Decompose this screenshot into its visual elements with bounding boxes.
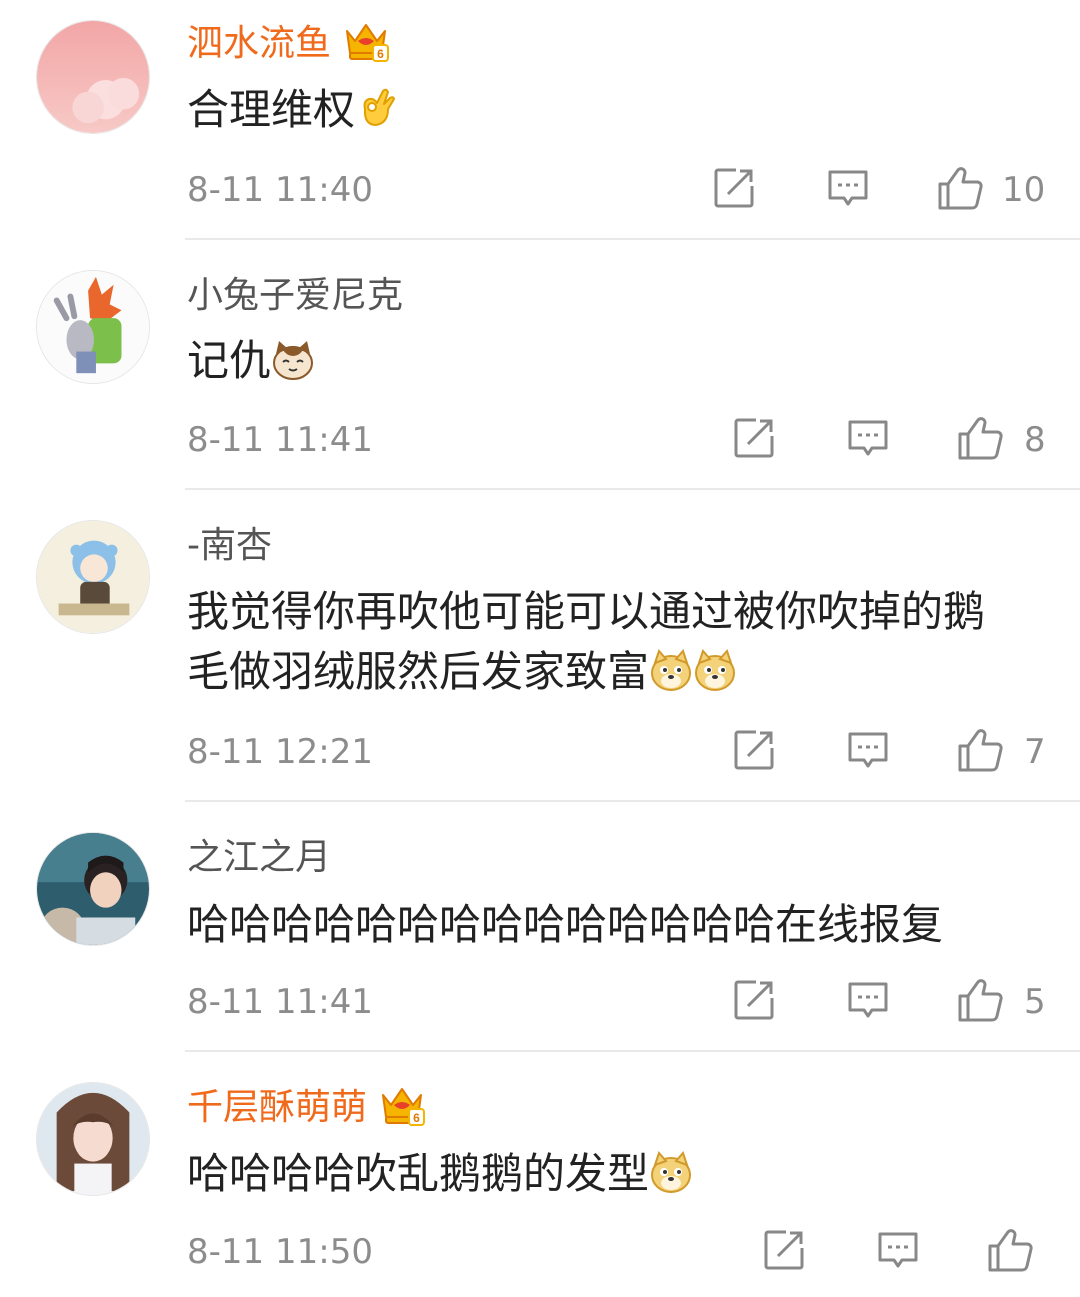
avatar[interactable] [36,20,150,134]
share-button[interactable] [732,728,776,778]
avatar-image [37,1083,149,1195]
avatar[interactable] [36,1082,150,1196]
reply-button[interactable] [846,728,890,778]
username[interactable]: 小兔子爱尼克 [187,274,403,318]
comment-text: 哈哈哈哈哈哈哈哈哈哈哈哈哈哈在线报复 [187,900,944,949]
share-icon [732,416,776,460]
username[interactable]: 千层酥萌萌 [187,1086,425,1131]
comment-text: 我觉得你再吹他可能可以通过被你吹掉的鹅 毛做羽绒服然后发家致富 [187,582,1047,702]
like-button[interactable] [956,976,1004,1026]
comment-icon [826,166,870,210]
comment-text-line: 毛做羽绒服然后发家致富 [187,647,650,696]
thumbs-up-icon [956,726,1004,774]
like-count: 5 [1024,982,1046,1022]
comment-text-line: 我觉得你再吹他可能可以通过被你吹掉的鹅 [187,587,986,636]
thumbs-up-icon [956,414,1004,462]
share-icon [712,166,756,210]
thumbs-up-icon [956,976,1004,1024]
reply-button[interactable] [826,166,870,216]
crown-icon [379,1083,425,1127]
like-count: 10 [1002,170,1046,210]
avatar-image [37,271,149,383]
doge-emoji [693,649,737,693]
avatar[interactable] [36,832,150,946]
timestamp: 8-11 11:41 [187,982,373,1022]
avatar[interactable] [36,520,150,634]
divider [185,488,1080,490]
like-count: 7 [1024,732,1046,772]
comment-text: 哈哈哈哈吹乱鹅鹅的发型 [187,1144,1047,1204]
like-count: 8 [1024,420,1046,460]
avatar[interactable] [36,270,150,384]
username[interactable]: 之江之月 [187,836,331,880]
thumbs-up-icon [936,164,984,212]
avatar-image [37,521,149,633]
cat-emoji [271,338,315,382]
comment-text: 记仇 [187,331,1047,391]
share-button[interactable] [732,978,776,1028]
username[interactable]: -南杏 [187,524,272,568]
like-button[interactable] [956,414,1004,464]
timestamp: 8-11 11:50 [187,1232,373,1272]
reply-button[interactable] [846,978,890,1028]
share-button[interactable] [732,416,776,466]
divider [185,800,1080,802]
comment-icon [876,1228,920,1272]
like-button[interactable] [986,1226,1034,1276]
comment-text: 合理维权 [187,80,1047,140]
share-icon [732,978,776,1022]
thumbs-up-icon [986,1226,1034,1274]
reply-button[interactable] [876,1228,920,1278]
share-icon [732,728,776,772]
timestamp: 8-11 12:21 [187,732,373,772]
ok-hand-emoji [355,87,399,131]
comment-icon [846,728,890,772]
avatar-image [37,21,149,133]
avatar-image [37,833,149,945]
divider [185,1050,1080,1052]
reply-button[interactable] [846,416,890,466]
like-button[interactable] [956,726,1004,776]
comment-icon [846,416,890,460]
doge-emoji [649,649,693,693]
timestamp: 8-11 11:41 [187,420,373,460]
crown-icon [343,19,389,63]
share-button[interactable] [712,166,756,216]
username[interactable]: 泗水流鱼 [187,22,389,67]
divider [185,238,1080,240]
share-button[interactable] [762,1228,806,1278]
timestamp: 8-11 11:40 [187,170,373,210]
like-button[interactable] [936,164,984,214]
doge-emoji [649,1151,693,1195]
comment-icon [846,978,890,1022]
share-icon [762,1228,806,1272]
